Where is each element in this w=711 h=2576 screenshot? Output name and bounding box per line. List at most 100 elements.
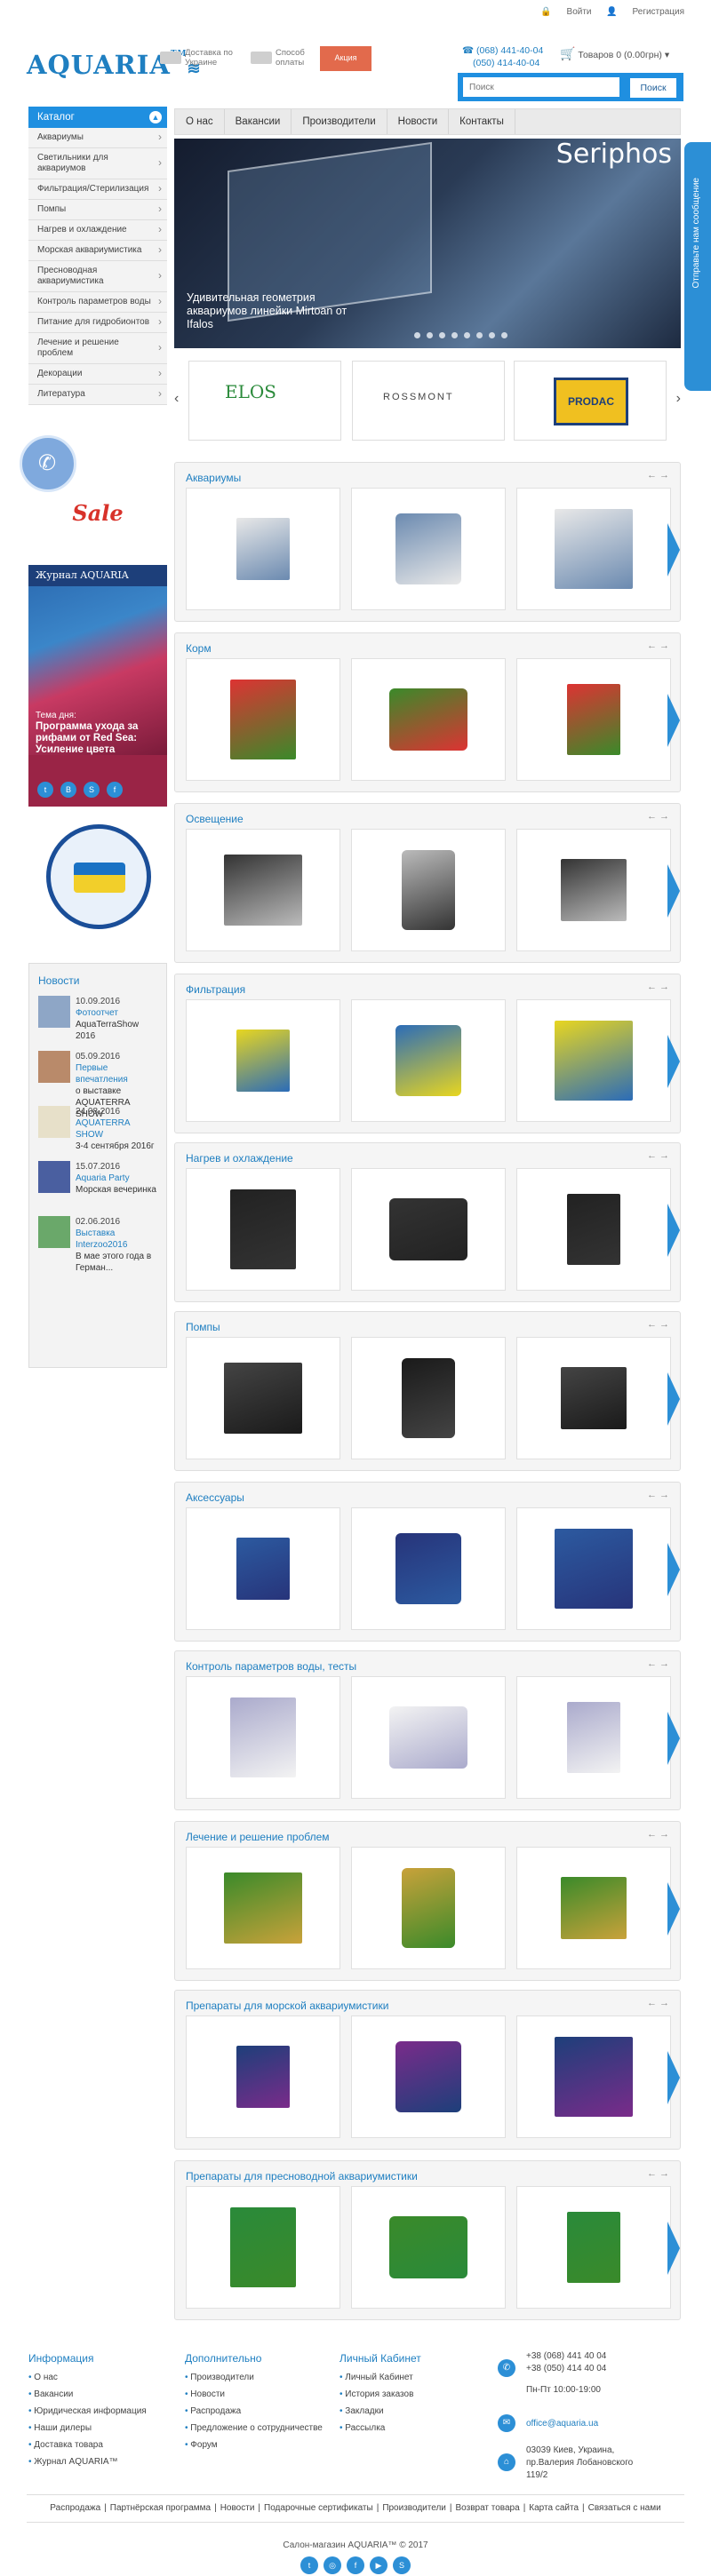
catalog-item[interactable]: Лечение и решение проблем <box>28 333 167 364</box>
product-card[interactable] <box>186 1847 340 1969</box>
footer-bottom-link[interactable]: Новости <box>220 2503 255 2513</box>
product-card[interactable] <box>351 2015 506 2138</box>
footer-link[interactable]: Журнал AQUARIA™ <box>28 2453 147 2470</box>
section-arrows-icon[interactable]: ← → <box>647 640 669 651</box>
news-item[interactable]: 10.09.2016 Фотоотчет AquaTerraShow 2016 <box>38 996 157 1047</box>
product-card[interactable] <box>186 488 340 610</box>
slider-dot[interactable] <box>439 332 445 338</box>
cart[interactable]: 🛒 Товаров 0 (0.00грн) ▾ <box>560 46 669 61</box>
slider-dot[interactable] <box>464 332 470 338</box>
section-arrows-icon[interactable]: ← → <box>647 1998 669 2008</box>
footer-link[interactable]: Новости <box>185 2386 323 2403</box>
slider-dot[interactable] <box>451 332 458 338</box>
section-next-icon[interactable] <box>667 864 680 918</box>
product-card[interactable] <box>351 658 506 781</box>
section-arrows-icon[interactable]: ← → <box>647 1658 669 1669</box>
product-card[interactable] <box>516 2015 671 2138</box>
footer-link[interactable]: О нас <box>28 2369 147 2386</box>
twitter-icon[interactable]: t <box>300 2556 318 2574</box>
product-card[interactable] <box>351 1337 506 1459</box>
product-card[interactable] <box>186 1337 340 1459</box>
footer-bottom-link[interactable]: Производители <box>382 2503 446 2513</box>
product-card[interactable] <box>186 2186 340 2309</box>
section-title[interactable]: Лечение и решение проблем <box>186 1831 330 1843</box>
section-title[interactable]: Аквариумы <box>186 472 241 484</box>
catalog-item[interactable]: Декорации <box>28 364 167 385</box>
section-arrows-icon[interactable]: ← → <box>647 1829 669 1840</box>
product-card[interactable] <box>351 2186 506 2309</box>
footer-bottom-link[interactable]: Партнёрская программа <box>110 2503 211 2513</box>
payment-info[interactable]: Способ оплаты <box>251 48 311 68</box>
footer-email[interactable]: office@aquaria.ua <box>526 2418 598 2430</box>
product-card[interactable] <box>516 1507 671 1630</box>
twitter-icon[interactable]: t <box>37 782 53 798</box>
news-item[interactable]: 02.06.2016 Выставка Interzoo2016 В мае это… <box>38 1216 157 1273</box>
product-card[interactable] <box>186 1507 340 1630</box>
product-card[interactable] <box>516 999 671 1122</box>
catalog-item[interactable]: Нагрев и охлаждение <box>28 220 167 241</box>
vk-icon[interactable]: B <box>60 782 76 798</box>
nav-contacts[interactable]: Контакты <box>449 109 515 134</box>
sale-banner[interactable]: Sale <box>28 497 167 533</box>
footer-link[interactable]: Распродажа <box>185 2403 323 2420</box>
footer-link[interactable]: Форум <box>185 2437 323 2453</box>
product-card[interactable] <box>186 999 340 1122</box>
footer-link[interactable]: Вакансии <box>28 2386 147 2403</box>
product-card[interactable] <box>516 1676 671 1799</box>
section-title[interactable]: Корм <box>186 642 212 655</box>
catalog-item[interactable]: Помпы <box>28 200 167 220</box>
section-next-icon[interactable] <box>667 1882 680 1936</box>
nav-vacancies[interactable]: Вакансии <box>225 109 292 134</box>
news-item[interactable]: 24.08.2016 AQUATERRA SHOW 3-4 сентября 201… <box>38 1106 157 1157</box>
carousel-next-icon[interactable]: › <box>676 391 681 407</box>
news-item[interactable]: 15.07.2016 Aquaria Party Морская вечеринка <box>38 1161 157 1212</box>
catalog-item[interactable]: Пресноводная аквариумистика <box>28 261 167 292</box>
product-card[interactable] <box>186 1168 340 1291</box>
catalog-item[interactable]: Аквариумы <box>28 128 167 148</box>
news-link[interactable]: Aquaria Party <box>76 1173 157 1184</box>
skype-icon[interactable]: S <box>84 782 100 798</box>
product-card[interactable] <box>516 1168 671 1291</box>
brand-logo[interactable]: PRODAC <box>514 361 667 441</box>
footer-bottom-link[interactable]: Распродажа <box>50 2503 100 2513</box>
section-arrows-icon[interactable]: ← → <box>647 1150 669 1161</box>
journal-banner[interactable]: Журнал AQUARIA Тема дня: Программа ухода… <box>28 565 167 807</box>
footer-link[interactable]: Производители <box>185 2369 323 2386</box>
login-link[interactable]: 🔒 Войти <box>540 7 591 17</box>
product-card[interactable] <box>516 488 671 610</box>
slider-dot[interactable] <box>427 332 433 338</box>
feedback-tab[interactable]: Отправьте нам сообщение <box>684 142 711 391</box>
catalog-item[interactable]: Фильтрация/Стерилизация <box>28 179 167 200</box>
product-card[interactable] <box>351 1847 506 1969</box>
footer-link[interactable]: Наши дилеры <box>28 2420 147 2437</box>
promo-banner[interactable]: Акция <box>320 46 371 71</box>
product-card[interactable] <box>186 1676 340 1799</box>
section-arrows-icon[interactable]: ← → <box>647 1319 669 1330</box>
product-card[interactable] <box>351 488 506 610</box>
phone-1[interactable]: ☎ (068) 441-40-04 <box>462 44 543 57</box>
product-card[interactable] <box>186 2015 340 2138</box>
catalog-item[interactable]: Литература <box>28 385 167 405</box>
brand-logo[interactable]: ROSSMONT <box>352 361 505 441</box>
section-next-icon[interactable] <box>667 1372 680 1426</box>
product-card[interactable] <box>351 1507 506 1630</box>
slider-dot[interactable] <box>476 332 483 338</box>
collapse-icon[interactable]: ▲ <box>149 111 162 123</box>
footer-link[interactable]: Юридическая информация <box>28 2403 146 2420</box>
section-arrows-icon[interactable]: ← → <box>647 470 669 481</box>
catalog-item[interactable]: Контроль параметров воды <box>28 292 167 313</box>
section-title[interactable]: Помпы <box>186 1321 220 1333</box>
section-title[interactable]: Аксессуары <box>186 1491 244 1504</box>
product-card[interactable] <box>516 829 671 951</box>
skype-icon[interactable]: S <box>393 2556 411 2574</box>
product-card[interactable] <box>516 1847 671 1969</box>
association-seal[interactable] <box>46 824 151 929</box>
footer-bottom-link[interactable]: Связаться с нами <box>588 2503 661 2513</box>
product-card[interactable] <box>516 2186 671 2309</box>
register-link[interactable]: 👤 Регистрация <box>606 7 684 17</box>
footer-phones[interactable]: +38 (068) 441 40 04 +38 (050) 414 40 04 <box>526 2350 615 2375</box>
search-input[interactable] <box>463 77 619 97</box>
footer-link[interactable]: Рассылка <box>340 2420 421 2437</box>
slider-dot[interactable] <box>489 332 495 338</box>
product-card[interactable] <box>351 1168 506 1291</box>
